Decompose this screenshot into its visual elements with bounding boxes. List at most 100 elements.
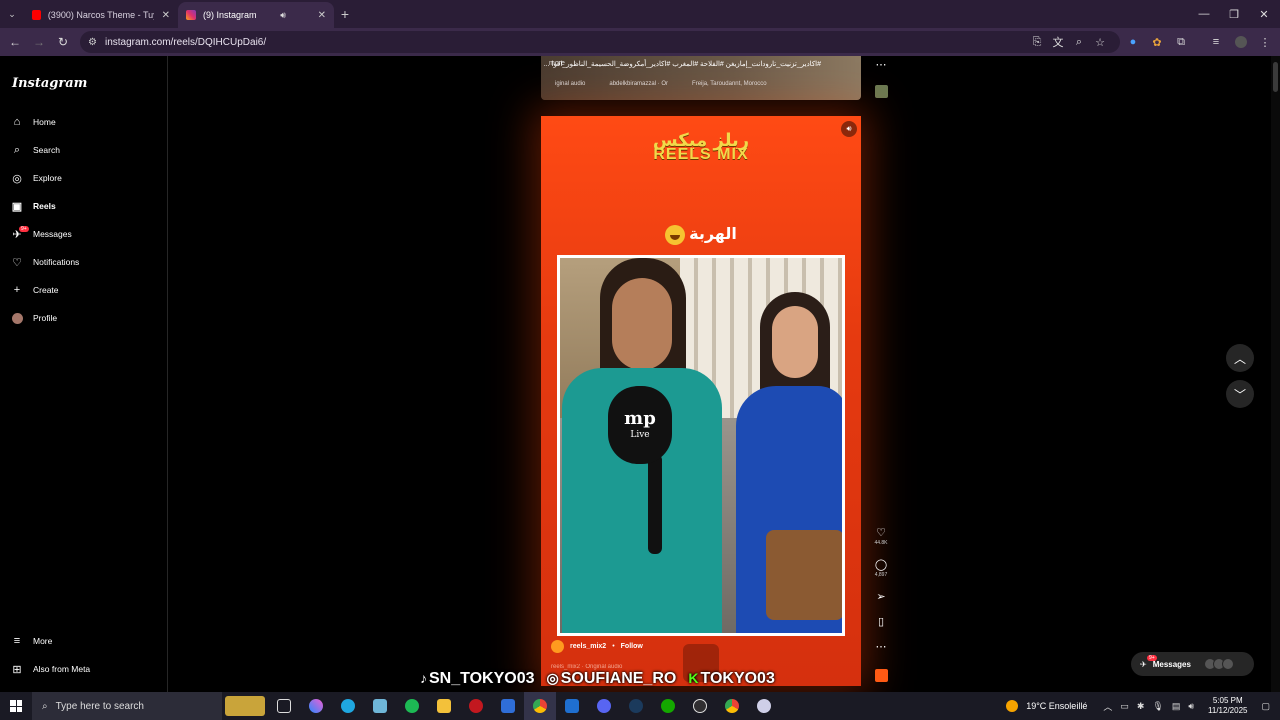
network-icon[interactable]: ▤ [1172, 701, 1181, 712]
comment-count: 4,897 [874, 572, 888, 578]
sidebar-item-more[interactable]: ≡ More [10, 630, 53, 652]
zoom-icon[interactable]: ⌕ [1071, 34, 1087, 50]
edge-icon[interactable] [332, 692, 364, 720]
speaker-icon[interactable]: 🔊︎ [280, 10, 286, 21]
messages-pill[interactable]: ✈ 9+ Messages [1131, 652, 1254, 676]
media-control-icon[interactable]: ≡ [1208, 34, 1224, 50]
chevron-up-icon[interactable]: ︿ [1103, 700, 1112, 713]
extension-icon[interactable]: ✿ [1149, 34, 1165, 50]
author-label[interactable]: abdelkbiramazzal · Or [609, 81, 668, 87]
reel-author: reels_mix2 • Follow [551, 640, 643, 653]
spotify-icon[interactable] [396, 692, 428, 720]
browser-menu-icon[interactable]: ⋮ [1257, 34, 1273, 50]
clock[interactable]: 5:05 PM 11/12/2025 [1208, 696, 1247, 716]
steam-icon[interactable] [620, 692, 652, 720]
extension-icon[interactable]: ● [1125, 34, 1141, 50]
share-button[interactable]: ➢ [872, 590, 890, 603]
audio-thumbnail[interactable] [875, 85, 888, 98]
sidebar-item-search[interactable]: ⌕ Search [10, 139, 60, 161]
sidebar-item-label: Messages [33, 229, 72, 239]
microphone-icon[interactable]: 🎙︎ [1152, 701, 1163, 712]
taskbar-search[interactable]: ⌕ Type here to search [32, 692, 222, 720]
chrome-icon[interactable] [716, 692, 748, 720]
comment-button[interactable]: ◯ 4,897 [872, 558, 890, 578]
site-info-icon[interactable]: ⚙ [88, 37, 97, 48]
restore-button[interactable]: ❐ [1218, 0, 1250, 28]
file-explorer-icon[interactable] [428, 692, 460, 720]
audio-label[interactable]: iginal audio [555, 81, 585, 87]
new-tab-button[interactable]: + [334, 6, 356, 22]
notification-center-icon[interactable]: ▢ [1261, 701, 1270, 712]
profile-avatar[interactable] [1233, 34, 1249, 50]
sidebar-item-reels[interactable]: ▣ Reels [10, 195, 56, 217]
close-icon[interactable]: ✕ [154, 10, 170, 21]
app-icon[interactable] [748, 692, 780, 720]
close-window-button[interactable]: ✕ [1248, 0, 1280, 28]
app-icon[interactable] [364, 692, 396, 720]
minimize-button[interactable]: — [1188, 0, 1220, 28]
tab-title: (9) Instagram [203, 10, 257, 20]
sidebar-item-home[interactable]: ⌂ Home [10, 111, 56, 133]
sidebar-item-profile[interactable]: Profile [10, 307, 57, 329]
mail-icon[interactable] [556, 692, 588, 720]
extensions-puzzle-icon[interactable]: ⧉ [1173, 34, 1189, 50]
like-button[interactable]: ♡ 44.8K [872, 526, 890, 546]
follow-button[interactable]: Follow [621, 643, 643, 650]
sidebar-item-label: Explore [33, 173, 62, 183]
bluetooth-icon[interactable]: ✱ [1137, 701, 1145, 712]
microsoft-store-icon[interactable] [492, 692, 524, 720]
headline-text: الهربة [689, 224, 737, 243]
weather-text[interactable]: 19°C Ensoleillé [1026, 701, 1087, 711]
author-username[interactable]: reels_mix2 [570, 643, 606, 650]
page-scrollbar[interactable] [1271, 56, 1280, 692]
previous-reel[interactable]: more #اكادير_تزنيت_تارودانت_إمازيغن #الف… [541, 56, 861, 100]
tray-app-icon[interactable]: ▭ [1120, 701, 1129, 712]
upwork-icon[interactable] [652, 692, 684, 720]
avatar-icon [10, 311, 24, 325]
tab-instagram[interactable]: (9) Instagram 🔊︎ ✕ [178, 2, 334, 28]
sidebar-item-messages[interactable]: ✈ 9+ Messages [10, 223, 72, 245]
microphone-handle [648, 454, 662, 554]
next-reel-button[interactable]: ﹀ [1226, 380, 1254, 408]
compass-icon: ◎ [12, 172, 22, 185]
app-icon[interactable] [460, 692, 492, 720]
location-label[interactable]: Freija, Taroudannt, Morocco [692, 81, 767, 87]
chrome-icon[interactable] [524, 692, 556, 720]
speaker-icon[interactable]: 🔊︎ [1188, 701, 1194, 712]
save-button[interactable]: ▯ [872, 615, 890, 628]
more-options-icon[interactable]: ⋯ [872, 58, 890, 71]
comment-icon: ◯ [874, 559, 888, 571]
tab-search-dropdown[interactable]: ⌄ [0, 2, 24, 26]
more-options-icon[interactable]: ⋯ [872, 640, 890, 653]
tab-youtube[interactable]: (3900) Narcos Theme - Tuyo (E ✕ [24, 2, 178, 28]
translate-icon[interactable]: 文 [1050, 34, 1066, 50]
author-avatar[interactable] [551, 640, 564, 653]
sidebar-item-notifications[interactable]: ♡ Notifications [10, 251, 79, 273]
reload-button[interactable]: ↻ [51, 30, 75, 54]
instagram-logo[interactable]: Instagram [12, 76, 87, 91]
sidebar-item-also-from-meta[interactable]: ⊞ Also from Meta [10, 658, 90, 680]
audio-thumbnail[interactable] [875, 669, 888, 682]
forward-button[interactable]: → [27, 30, 51, 54]
address-bar[interactable]: ⚙ instagram.com/reels/DQIHCUpDai6/ [80, 31, 1120, 53]
close-icon[interactable]: ✕ [310, 10, 326, 21]
handbag [766, 530, 842, 620]
previous-reel-button[interactable]: ︿ [1226, 344, 1254, 372]
volume-icon[interactable]: 🔊︎ [841, 121, 857, 137]
search-highlight-icon[interactable] [222, 692, 268, 720]
sidebar-item-label: Home [33, 117, 56, 127]
woman-left-face [612, 278, 672, 370]
sidebar-item-create[interactable]: + Create [10, 279, 59, 301]
bookmark-star-icon[interactable]: ☆ [1092, 34, 1108, 50]
reel-video[interactable]: ريلز ميكس REELS MIX 🔊︎ الهربة mp Live re… [541, 116, 861, 686]
start-button[interactable] [0, 692, 32, 720]
sidebar-item-explore[interactable]: ◎ Explore [10, 167, 62, 189]
back-button[interactable]: ← [3, 30, 27, 54]
scrollbar-thumb[interactable] [1273, 62, 1278, 92]
install-app-icon[interactable]: ⎘ [1029, 34, 1045, 50]
obs-icon[interactable] [684, 692, 716, 720]
copilot-icon[interactable] [300, 692, 332, 720]
windows-logo-icon [10, 700, 22, 712]
task-view-icon[interactable] [268, 692, 300, 720]
discord-icon[interactable] [588, 692, 620, 720]
